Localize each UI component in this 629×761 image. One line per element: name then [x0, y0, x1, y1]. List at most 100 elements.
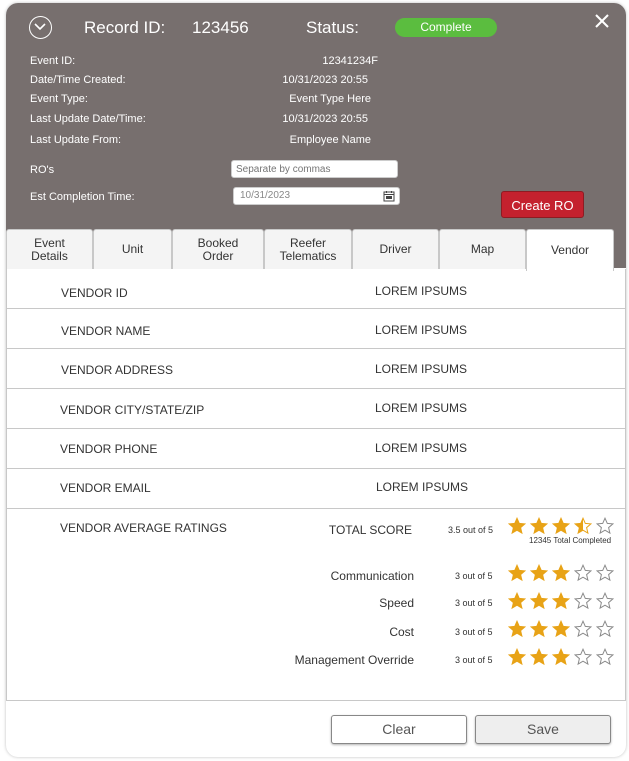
status-label: Status: — [306, 18, 359, 37]
table-row: VENDOR ID LOREM IPSUMS — [7, 269, 625, 309]
star-filled-icon — [507, 591, 527, 610]
table-row: VENDOR CITY/STATE/ZIP LOREM IPSUMS — [7, 389, 625, 429]
rating-stars-management-override — [507, 647, 618, 666]
vendor-email-label: VENDOR EMAIL — [60, 481, 151, 495]
total-completed-count: 12345 Total Completed — [529, 536, 612, 545]
star-filled-icon — [551, 619, 571, 638]
rating-score-cost: 3 out of 5 — [455, 627, 493, 637]
star-filled-icon — [507, 516, 527, 535]
star-empty-icon — [573, 647, 593, 666]
star-empty-icon — [595, 619, 615, 638]
rating-label-speed: Speed — [379, 596, 414, 610]
event-id-value: 12341234F — [322, 55, 378, 67]
last-update-from-value: Employee Name — [289, 134, 371, 146]
star-filled-icon — [529, 563, 549, 582]
clear-button[interactable]: Clear — [331, 715, 467, 744]
rating-label-total: TOTAL SCORE — [328, 523, 412, 537]
table-row: VENDOR NAME LOREM IPSUMS — [7, 309, 625, 349]
star-filled-icon — [551, 516, 571, 535]
tab-map[interactable]: Map — [439, 229, 526, 269]
rating-score-speed: 3 out of 5 — [455, 598, 493, 608]
save-button[interactable]: Save — [475, 715, 611, 744]
est-completion-date-input[interactable]: 10/31/2023 — [233, 187, 400, 205]
create-ro-button[interactable]: Create RO — [501, 191, 584, 218]
star-filled-icon — [507, 647, 527, 666]
close-icon[interactable] — [593, 12, 611, 30]
tab-booked-order[interactable]: Booked Order — [172, 229, 264, 269]
tab-label: Event Details — [31, 235, 68, 263]
vendor-email-value: LOREM IPSUMS — [376, 480, 469, 494]
star-filled-icon — [551, 563, 571, 582]
rating-stars-cost — [507, 619, 618, 638]
vendor-ratings-label: VENDOR AVERAGE RATINGS — [60, 521, 227, 535]
event-type-value: Event Type Here — [289, 93, 371, 105]
star-empty-icon — [595, 563, 615, 582]
tab-label: Booked Order — [197, 235, 239, 263]
table-row: VENDOR ADDRESS LOREM IPSUMS — [7, 349, 625, 389]
vendor-id-value: LOREM IPSUMS — [375, 284, 468, 298]
vendor-city-label: VENDOR CITY/STATE/ZIP — [60, 403, 205, 417]
star-empty-icon — [595, 591, 615, 610]
tab-label: Unit — [121, 242, 144, 256]
table-row: VENDOR EMAIL LOREM IPSUMS — [7, 469, 625, 509]
last-update-from-label: Last Update From: — [30, 134, 122, 146]
star-filled-icon — [529, 516, 549, 535]
star-empty-icon — [573, 563, 593, 582]
table-row: VENDOR PHONE LOREM IPSUMS — [7, 429, 625, 469]
vendor-panel: VENDOR ID LOREM IPSUMS VENDOR NAME LOREM… — [6, 269, 626, 701]
record-id-value: 123456 — [192, 18, 249, 37]
vendor-address-value: LOREM IPSUMS — [375, 362, 468, 376]
star-filled-icon — [551, 647, 571, 666]
est-completion-label: Est Completion Time: — [30, 191, 135, 203]
star-filled-icon — [529, 591, 549, 610]
rating-label-management-override: Management Override — [294, 653, 414, 667]
star-empty-icon — [573, 619, 593, 638]
ros-label: RO's — [30, 164, 55, 176]
rating-score-total: 3.5 out of 5 — [448, 525, 494, 535]
star-empty-icon — [573, 591, 593, 610]
status-badge: Complete — [395, 18, 497, 37]
calendar-icon[interactable] — [383, 190, 395, 202]
tab-unit[interactable]: Unit — [93, 229, 172, 269]
tab-bar: Event Details Unit Booked Order Reefer T… — [6, 229, 626, 271]
tab-driver[interactable]: Driver — [352, 229, 439, 269]
last-update-value: 10/31/2023 20:55 — [282, 113, 368, 125]
tab-label: Reefer Telematics — [279, 235, 337, 263]
star-filled-icon — [529, 647, 549, 666]
rating-stars-communication — [507, 563, 618, 582]
star-filled-icon — [551, 591, 571, 610]
rating-score-management-override: 3 out of 5 — [455, 655, 493, 665]
event-type-label: Event Type: — [30, 93, 88, 105]
event-id-label: Event ID: — [30, 55, 76, 67]
star-empty-icon — [595, 516, 615, 535]
est-completion-date-value: 10/31/2023 — [240, 190, 291, 201]
rating-label-cost: Cost — [389, 625, 414, 639]
star-filled-icon — [507, 563, 527, 582]
tab-label: Driver — [379, 242, 412, 256]
star-filled-icon — [529, 619, 549, 638]
vendor-address-label: VENDOR ADDRESS — [61, 363, 174, 377]
tab-vendor[interactable]: Vendor — [526, 229, 614, 271]
tab-reefer-telematics[interactable]: Reefer Telematics — [264, 229, 352, 269]
record-id-label: Record ID: — [84, 18, 166, 37]
rating-score-communication: 3 out of 5 — [455, 571, 493, 581]
tab-label: Map — [470, 242, 495, 256]
vendor-city-value: LOREM IPSUMS — [375, 401, 468, 415]
star-empty-icon — [595, 647, 615, 666]
vendor-name-value: LOREM IPSUMS — [375, 323, 468, 337]
ros-input[interactable] — [231, 160, 398, 178]
collapse-chevron-icon[interactable] — [29, 16, 52, 39]
star-half-icon — [573, 516, 593, 535]
rating-label-communication: Communication — [330, 569, 414, 583]
rating-stars-speed — [507, 591, 618, 610]
tab-event-details[interactable]: Event Details — [6, 229, 93, 269]
last-update-label: Last Update Date/Time: — [30, 113, 146, 125]
vendor-name-label: VENDOR NAME — [61, 324, 151, 338]
star-filled-icon — [507, 619, 527, 638]
rating-stars-total — [507, 516, 618, 535]
created-value: 10/31/2023 20:55 — [282, 74, 368, 86]
vendor-phone-label: VENDOR PHONE — [60, 442, 158, 456]
vendor-id-label: VENDOR ID — [61, 286, 128, 300]
tab-label: Vendor — [550, 243, 590, 257]
vendor-phone-value: LOREM IPSUMS — [375, 441, 468, 455]
